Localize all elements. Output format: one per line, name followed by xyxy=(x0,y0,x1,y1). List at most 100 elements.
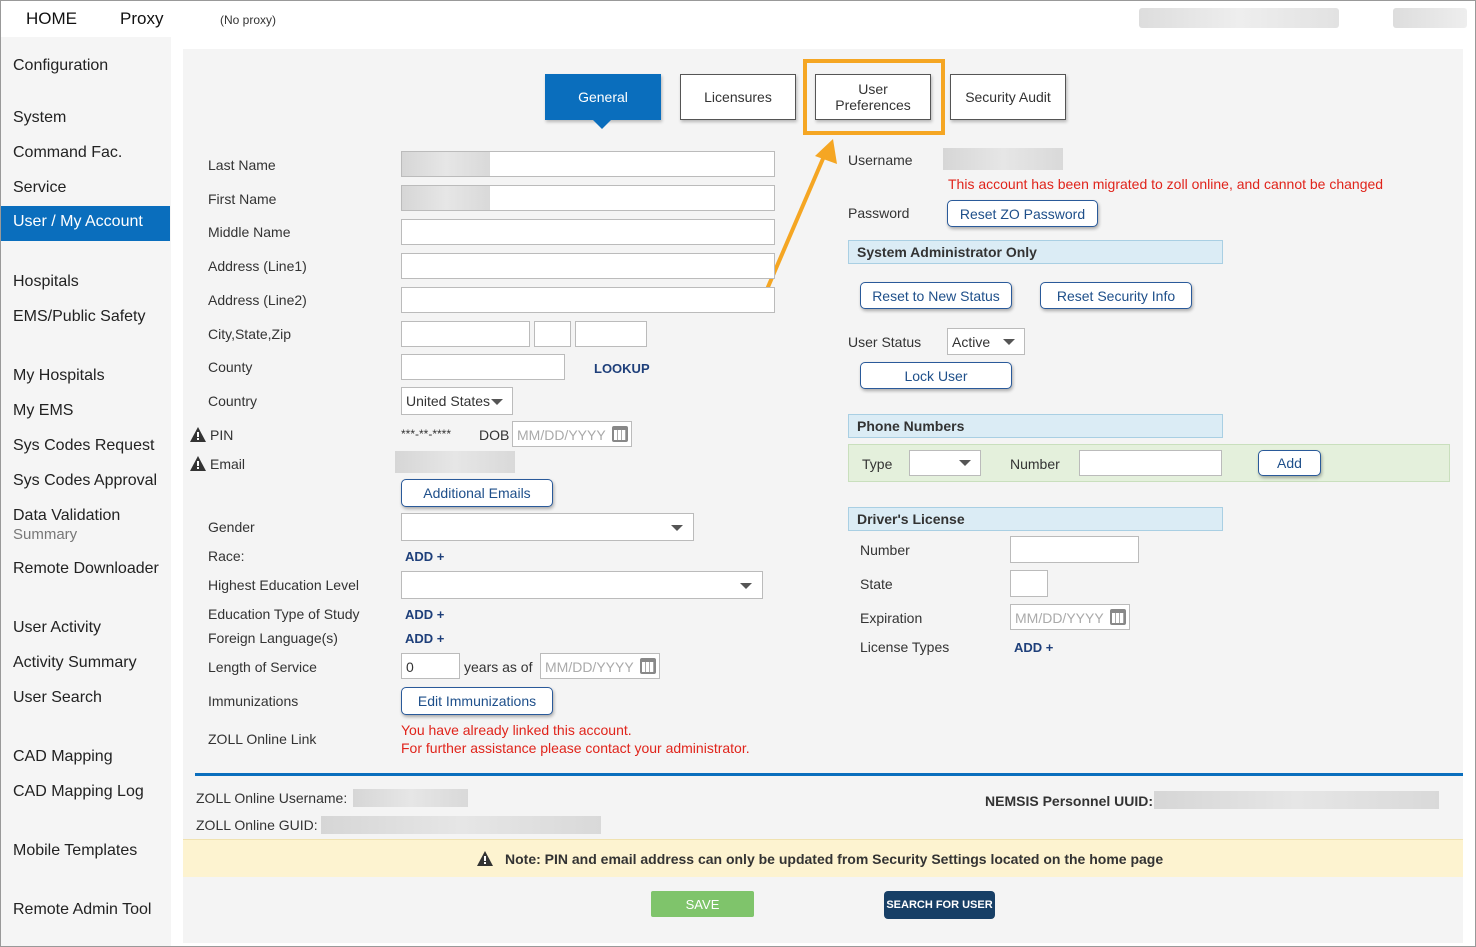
last-name-input[interactable] xyxy=(401,151,775,177)
label-license-types: License Types xyxy=(860,639,950,655)
sidebar-item-user-search[interactable]: User Search xyxy=(13,689,102,707)
tab-security-audit[interactable]: Security Audit xyxy=(950,74,1066,120)
note-text: Note: PIN and email address can only be … xyxy=(505,851,1164,867)
tab-active-pointer xyxy=(593,120,611,129)
label-address-line2: Address (Line2) xyxy=(208,292,307,308)
zoll-link-message-2: For further assistance please contact yo… xyxy=(401,740,750,756)
race-add-link[interactable]: ADD + xyxy=(405,549,444,564)
sidebar-item-data-validation[interactable]: Data Validation xyxy=(13,507,120,525)
lookup-link[interactable]: LOOKUP xyxy=(594,361,650,376)
license-number-input[interactable] xyxy=(1010,536,1139,563)
tab-licensures[interactable]: Licensures xyxy=(680,74,796,120)
license-state-input[interactable] xyxy=(1010,570,1048,597)
label-license-expiration: Expiration xyxy=(860,610,923,626)
phone-add-button[interactable]: Add xyxy=(1258,450,1321,476)
sidebar-item-my-hospitals[interactable]: My Hospitals xyxy=(13,367,105,385)
state-input[interactable] xyxy=(534,321,571,347)
sidebar-item-system[interactable]: System xyxy=(13,109,66,127)
sidebar-item-remote-downloader[interactable]: Remote Downloader xyxy=(13,560,159,578)
sidebar: Configuration System Command Fac. Servic… xyxy=(1,37,171,946)
sidebar-item-data-validation-sub[interactable]: Summary xyxy=(13,526,77,543)
label-zo-guid: ZOLL Online GUID: xyxy=(196,817,318,833)
label-zo-username: ZOLL Online Username: xyxy=(196,790,348,806)
first-name-input[interactable] xyxy=(401,185,775,211)
label-nemsis-uuid: NEMSIS Personnel UUID: xyxy=(985,793,1154,809)
license-types-add-link[interactable]: ADD + xyxy=(1014,640,1053,655)
sidebar-item-configuration[interactable]: Configuration xyxy=(13,57,108,75)
label-country: Country xyxy=(208,393,258,409)
address-line1-input[interactable] xyxy=(401,253,775,279)
label-zoll-online-link: ZOLL Online Link xyxy=(208,731,317,747)
redacted-value xyxy=(402,152,490,176)
search-for-user-button[interactable]: SEARCH FOR USER xyxy=(884,891,995,919)
education-type-add-link[interactable]: ADD + xyxy=(405,607,444,622)
label-last-name: Last Name xyxy=(208,157,276,173)
label-license-state: State xyxy=(860,576,893,592)
label-first-name: First Name xyxy=(208,191,277,207)
sidebar-item-cad-mapping-log[interactable]: CAD Mapping Log xyxy=(13,783,144,801)
phone-numbers-header: Phone Numbers xyxy=(848,414,1223,438)
save-button[interactable]: SAVE xyxy=(651,891,754,917)
label-immunizations: Immunizations xyxy=(208,693,299,709)
education-level-select[interactable] xyxy=(401,571,763,599)
sidebar-item-command-fac[interactable]: Command Fac. xyxy=(13,144,122,162)
address-line2-input[interactable] xyxy=(401,287,775,313)
label-license-number: Number xyxy=(860,542,910,558)
top-bar: HOME Proxy (No proxy) xyxy=(1,1,1475,37)
label-user-status: User Status xyxy=(848,334,922,350)
proxy-status: (No proxy) xyxy=(220,13,277,27)
sidebar-item-cad-mapping[interactable]: CAD Mapping xyxy=(13,748,113,766)
chevron-down-icon xyxy=(1003,339,1015,345)
nav-proxy[interactable]: Proxy xyxy=(120,9,163,29)
note-banner: Note: PIN and email address can only be … xyxy=(183,839,1463,877)
divider xyxy=(195,773,1463,776)
label-length-of-service: Length of Service xyxy=(208,659,317,675)
calendar-icon[interactable] xyxy=(612,426,628,442)
phone-row: Type Number Add xyxy=(848,444,1450,482)
label-foreign-language: Foreign Language(s) xyxy=(208,630,338,646)
label-years-as-of: years as of xyxy=(464,659,533,675)
sidebar-item-hospitals[interactable]: Hospitals xyxy=(13,273,79,291)
zip-input[interactable] xyxy=(575,321,647,347)
label-address-line1: Address (Line1) xyxy=(208,258,307,274)
redacted-user-info xyxy=(1139,8,1339,28)
sidebar-item-sys-codes-request[interactable]: Sys Codes Request xyxy=(13,437,154,455)
county-input[interactable] xyxy=(401,354,565,380)
system-admin-header: System Administrator Only xyxy=(848,240,1223,264)
lock-user-button[interactable]: Lock User xyxy=(860,362,1012,389)
calendar-icon[interactable] xyxy=(640,658,656,674)
sidebar-item-user-activity[interactable]: User Activity xyxy=(13,619,101,637)
sidebar-item-service[interactable]: Service xyxy=(13,179,66,197)
sidebar-item-mobile-templates[interactable]: Mobile Templates xyxy=(13,842,137,860)
sidebar-item-ems-public-safety[interactable]: EMS/Public Safety xyxy=(13,308,146,326)
foreign-language-add-link[interactable]: ADD + xyxy=(405,631,444,646)
zoll-link-message-1: You have already linked this account. xyxy=(401,722,632,738)
reset-new-status-button[interactable]: Reset to New Status xyxy=(860,282,1012,309)
redacted-username xyxy=(943,148,1063,170)
redacted-email xyxy=(395,451,515,473)
reset-security-info-button[interactable]: Reset Security Info xyxy=(1040,282,1192,309)
city-input[interactable] xyxy=(401,321,530,347)
calendar-icon[interactable] xyxy=(1110,609,1126,625)
sidebar-item-user-account[interactable]: User / My Account xyxy=(1,206,170,241)
sidebar-item-activity-summary[interactable]: Activity Summary xyxy=(13,654,137,672)
tab-general[interactable]: General xyxy=(545,74,661,120)
chevron-down-icon xyxy=(740,583,752,589)
middle-name-input[interactable] xyxy=(401,219,775,245)
sidebar-item-remote-admin-tool[interactable]: Remote Admin Tool xyxy=(13,901,151,919)
sidebar-item-my-ems[interactable]: My EMS xyxy=(13,402,73,420)
label-race: Race: xyxy=(208,548,245,564)
phone-number-input[interactable] xyxy=(1079,450,1222,476)
sidebar-item-sys-codes-approval[interactable]: Sys Codes Approval xyxy=(13,472,157,490)
label-password: Password xyxy=(848,205,910,221)
gender-select[interactable] xyxy=(401,513,694,541)
label-highest-education: Highest Education Level xyxy=(208,577,359,593)
length-of-service-input[interactable]: 0 xyxy=(401,653,460,679)
edit-immunizations-button[interactable]: Edit Immunizations xyxy=(401,687,553,715)
additional-emails-button[interactable]: Additional Emails xyxy=(401,479,553,507)
callout-highlight-box xyxy=(803,59,945,135)
reset-zo-password-button[interactable]: Reset ZO Password xyxy=(947,200,1098,227)
redacted-nemsis-uuid xyxy=(1154,791,1439,809)
nav-home[interactable]: HOME xyxy=(26,9,77,29)
label-dob: DOB xyxy=(479,427,510,443)
